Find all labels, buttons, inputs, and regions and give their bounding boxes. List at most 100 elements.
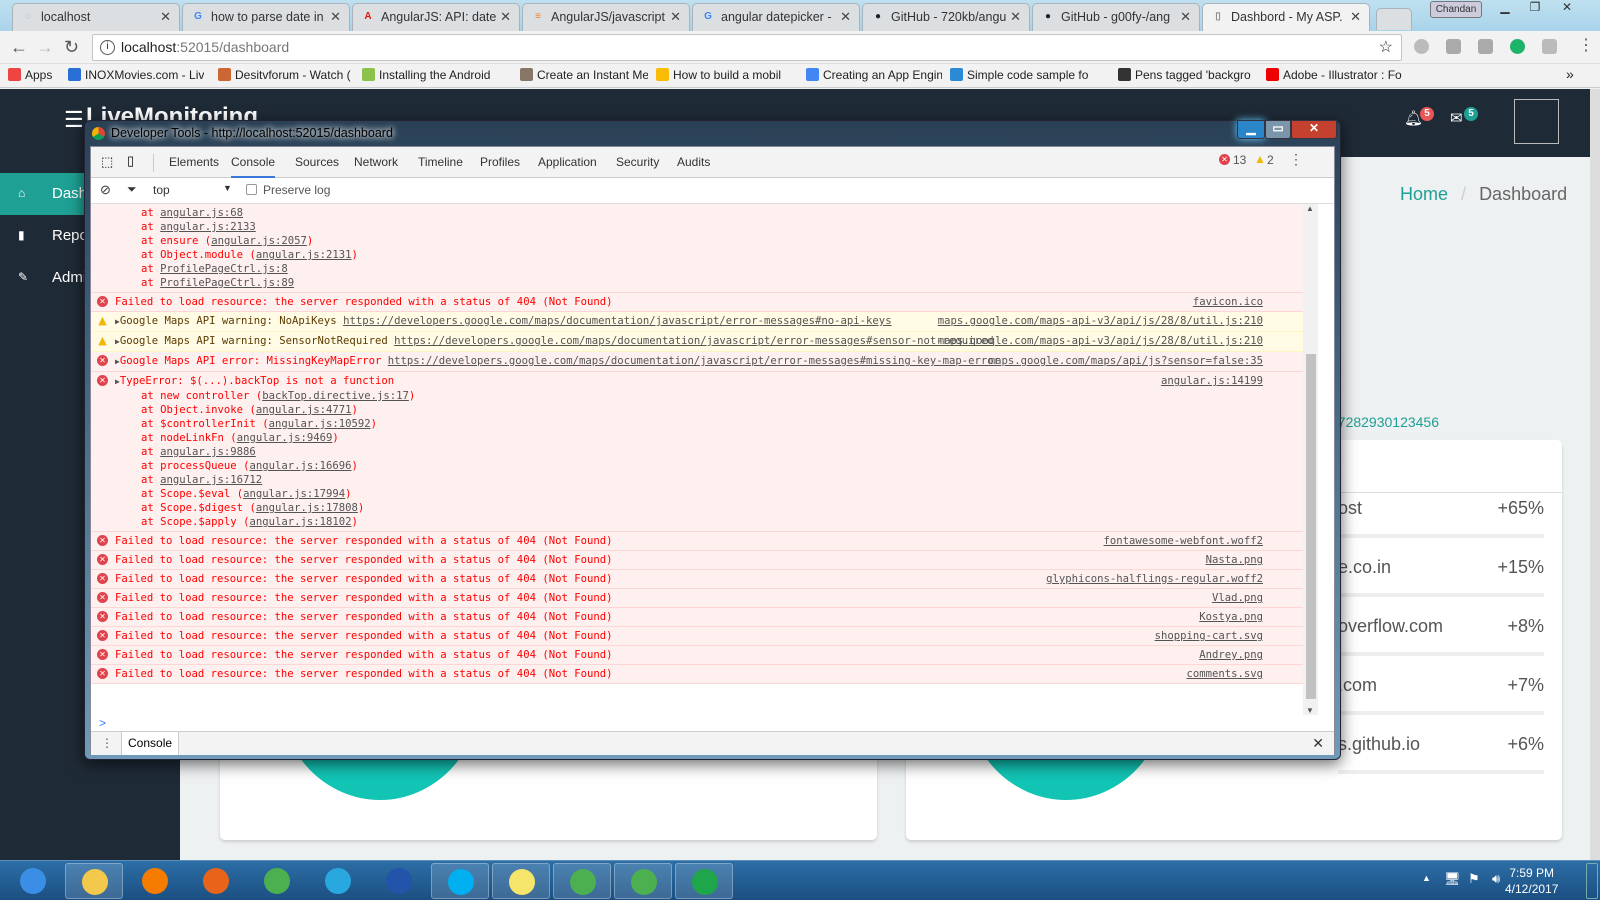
- device-toolbar-icon[interactable]: ▯: [127, 153, 134, 169]
- action-center-flag-icon[interactable]: ⚑: [1468, 871, 1480, 887]
- warning-count[interactable]: 2: [1267, 153, 1274, 167]
- preserve-log-checkbox[interactable]: [246, 184, 257, 195]
- scrollbar-thumb[interactable]: [1306, 354, 1316, 699]
- taskbar-skype[interactable]: [431, 863, 489, 899]
- console-scrollbar[interactable]: ▲ ▼: [1303, 204, 1318, 715]
- message-source-link[interactable]: shopping-cart.svg: [1155, 629, 1263, 643]
- devtools-menu-icon[interactable]: ⋮: [1289, 151, 1303, 168]
- restore-button[interactable]: ❐: [1520, 0, 1550, 18]
- bookmark-5[interactable]: How to build a mobil: [656, 68, 781, 82]
- taskbar-chrome[interactable]: [614, 863, 672, 899]
- bookmark-2[interactable]: Desitvforum - Watch (: [218, 68, 351, 82]
- devtools-minimize-button[interactable]: ▁: [1237, 120, 1265, 139]
- stack-link[interactable]: ProfilePageCtrl.js:89: [160, 277, 294, 289]
- error-count[interactable]: 13: [1233, 153, 1246, 167]
- message-source-link[interactable]: glyphicons-halflings-regular.woff2: [1046, 572, 1263, 586]
- tab-0[interactable]: ◌ localhost ✕: [12, 3, 180, 31]
- grammarly-extension-icon[interactable]: [1446, 39, 1461, 54]
- tab-4[interactable]: Gangular datepicker - ✕: [692, 3, 860, 31]
- volume-icon[interactable]: 🔊︎: [1492, 871, 1500, 887]
- devtools-close-button[interactable]: ✕: [1291, 120, 1337, 139]
- message-source-link[interactable]: favicon.ico: [1193, 295, 1263, 309]
- chat-extension-icon[interactable]: [1510, 39, 1525, 54]
- warning-count-icon[interactable]: ▲: [1254, 152, 1266, 166]
- upload-extension-icon[interactable]: [1542, 39, 1557, 54]
- bookmark-4[interactable]: Create an Instant Mes: [520, 68, 648, 82]
- tab-close-icon[interactable]: ✕: [1180, 9, 1191, 25]
- url-input[interactable]: i localhost:52015/dashboard ☆: [92, 34, 1402, 61]
- bookmark-3[interactable]: Installing the Android: [362, 68, 490, 82]
- minimize-button[interactable]: ▁: [1490, 0, 1520, 18]
- stack-link[interactable]: angular.js:2131: [256, 249, 352, 261]
- tab-2[interactable]: A AngularJS: API: date ✕: [352, 3, 520, 31]
- hamburger-menu-icon[interactable]: ☰: [64, 107, 84, 133]
- breadcrumb-home[interactable]: Home: [1400, 184, 1448, 204]
- more-bookmarks-button[interactable]: »: [1566, 66, 1574, 82]
- taskbar-firefox[interactable]: [187, 863, 245, 899]
- taskbar-sticky-notes[interactable]: [492, 863, 550, 899]
- devtools-tab-profiles[interactable]: Profiles: [480, 155, 520, 169]
- forward-icon[interactable]: →: [36, 37, 54, 58]
- bookmark-7[interactable]: Simple code sample fo: [950, 68, 1088, 82]
- mail-icon[interactable]: ✉: [1450, 109, 1463, 127]
- devtools-tab-security[interactable]: Security: [616, 155, 659, 169]
- stack-link[interactable]: ProfilePageCtrl.js:8: [160, 263, 288, 275]
- globe-extension-icon[interactable]: [1414, 39, 1429, 54]
- tab-close-icon[interactable]: ✕: [670, 9, 681, 25]
- message-link[interactable]: https://developers.google.com/maps/docum…: [343, 315, 892, 327]
- menu-icon[interactable]: ⋮: [1578, 35, 1594, 55]
- bookmark-6[interactable]: Creating an App Engin: [806, 68, 942, 82]
- taskbar-internet-explorer[interactable]: [309, 863, 367, 899]
- message-source-link[interactable]: maps.google.com/maps-api-v3/api/js/28/8/…: [938, 334, 1263, 348]
- message-source-link[interactable]: Andrey.png: [1199, 648, 1263, 662]
- clear-console-icon[interactable]: ⊘: [100, 182, 111, 198]
- page-scrollbar[interactable]: [1590, 89, 1600, 860]
- tab-6[interactable]: ● GitHub - g00fy-/ang ✕: [1032, 3, 1200, 31]
- stack-link[interactable]: angular.js:18102: [249, 516, 351, 528]
- stack-link[interactable]: angular.js:2057: [211, 235, 307, 247]
- message-link[interactable]: https://developers.google.com/maps/docum…: [394, 335, 994, 347]
- camera-extension-icon[interactable]: [1478, 39, 1493, 54]
- stack-link[interactable]: angular.js:16712: [160, 474, 262, 486]
- info-icon[interactable]: i: [100, 40, 115, 55]
- stack-link[interactable]: backTop.directive.js:17: [262, 390, 409, 402]
- devtools-tab-console[interactable]: Console: [231, 155, 276, 178]
- stack-link[interactable]: angular.js:9886: [160, 446, 256, 458]
- stack-link[interactable]: angular.js:17994: [243, 488, 345, 500]
- tab-close-icon[interactable]: ✕: [160, 9, 171, 25]
- tab-7[interactable]: ▯ Dashbord - My ASP. ✕: [1202, 3, 1370, 31]
- tab-3[interactable]: ≡ AngularJS/javascript ✕: [522, 3, 690, 31]
- taskbar-chrome[interactable]: [553, 863, 611, 899]
- tab-close-icon[interactable]: ✕: [1010, 9, 1021, 25]
- devtools-tab-network[interactable]: Network: [354, 155, 398, 169]
- error-count-icon[interactable]: ✕: [1219, 154, 1230, 165]
- devtools-tab-audits[interactable]: Audits: [677, 155, 710, 169]
- devtools-tab-timeline[interactable]: Timeline: [418, 155, 463, 169]
- stack-link[interactable]: angular.js:16696: [249, 460, 351, 472]
- filter-icon[interactable]: ⏷: [127, 182, 137, 197]
- tab-close-icon[interactable]: ✕: [1350, 9, 1361, 25]
- tab-close-icon[interactable]: ✕: [500, 9, 511, 25]
- tab-5[interactable]: ● GitHub - 720kb/angu ✕: [862, 3, 1030, 31]
- new-tab-button[interactable]: [1376, 8, 1412, 30]
- avatar[interactable]: [1514, 99, 1559, 144]
- devtools-tab-application[interactable]: Application: [538, 155, 597, 169]
- show-hidden-icons[interactable]: ▲: [1422, 873, 1431, 883]
- devtools-maximize-button[interactable]: ▭: [1265, 120, 1291, 139]
- message-source-link[interactable]: Vlad.png: [1212, 591, 1263, 605]
- stack-link[interactable]: angular.js:4771: [256, 404, 352, 416]
- stack-link[interactable]: angular.js:9469: [237, 432, 333, 444]
- bookmark-star-icon[interactable]: ☆: [1379, 37, 1393, 57]
- message-source-link[interactable]: Kostya.png: [1199, 610, 1263, 624]
- taskbar-explorer[interactable]: [65, 863, 123, 899]
- taskbar-remote-desktop[interactable]: [370, 863, 428, 899]
- context-select[interactable]: top ▼: [153, 183, 233, 197]
- bookmark-8[interactable]: Pens tagged 'backgro: [1118, 68, 1251, 82]
- tab-1[interactable]: Ghow to parse date in ✕: [182, 3, 350, 31]
- message-source-link[interactable]: maps.google.com/maps-api-v3/api/js/28/8/…: [938, 314, 1263, 328]
- back-icon[interactable]: ←: [10, 37, 28, 58]
- bookmark-9[interactable]: Adobe - Illustrator : Fo: [1266, 68, 1402, 82]
- show-desktop-button[interactable]: [1586, 863, 1598, 899]
- profile-button[interactable]: Chandan: [1430, 1, 1482, 18]
- devtools-tab-elements[interactable]: Elements: [169, 155, 219, 169]
